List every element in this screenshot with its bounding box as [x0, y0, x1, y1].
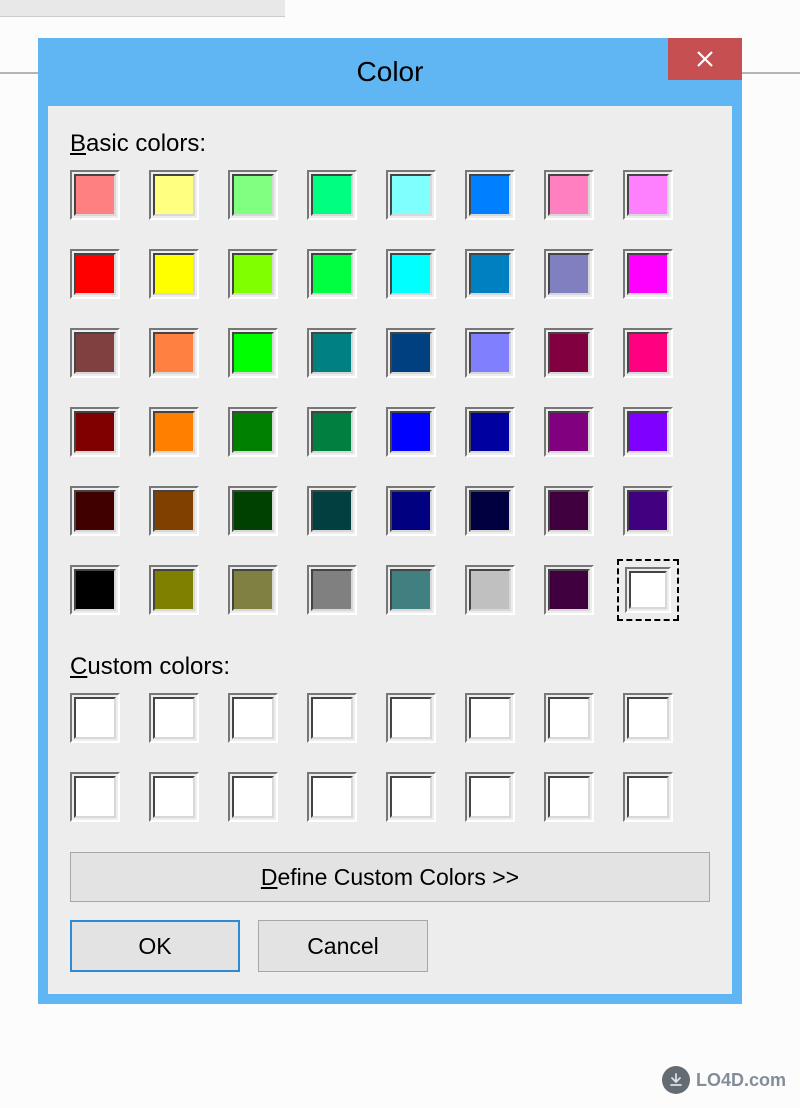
basic-color-swatch[interactable] — [307, 407, 357, 457]
custom-color-swatch[interactable] — [465, 693, 515, 743]
basic-color-swatch[interactable] — [386, 407, 436, 457]
basic-color-swatch[interactable] — [70, 328, 120, 378]
basic-color-swatch[interactable] — [149, 249, 199, 299]
basic-color-swatch[interactable] — [386, 565, 436, 615]
basic-color-swatch[interactable] — [386, 170, 436, 220]
basic-color-swatch[interactable] — [386, 328, 436, 378]
basic-color-swatch[interactable] — [228, 249, 278, 299]
basic-color-swatch[interactable] — [228, 328, 278, 378]
basic-color-swatch[interactable] — [70, 249, 120, 299]
basic-color-swatch[interactable] — [149, 407, 199, 457]
custom-color-swatch[interactable] — [149, 772, 199, 822]
basic-color-swatch[interactable] — [70, 565, 120, 615]
cancel-button[interactable]: Cancel — [258, 920, 428, 972]
titlebar[interactable]: Color — [38, 38, 742, 106]
basic-color-swatch[interactable] — [307, 328, 357, 378]
basic-color-swatch[interactable] — [465, 407, 515, 457]
basic-color-swatch[interactable] — [544, 565, 594, 615]
basic-color-swatch[interactable] — [228, 170, 278, 220]
watermark: LO4D.com — [662, 1066, 786, 1094]
basic-color-swatch[interactable] — [623, 328, 673, 378]
dialog-title: Color — [357, 56, 424, 88]
basic-colors-grid — [70, 170, 710, 615]
custom-color-swatch[interactable] — [70, 693, 120, 743]
basic-color-swatch[interactable] — [623, 170, 673, 220]
custom-color-swatch[interactable] — [386, 772, 436, 822]
basic-colors-label: Basic colors: — [70, 130, 710, 158]
basic-color-swatch[interactable] — [465, 565, 515, 615]
dialog-buttons: OK Cancel — [70, 920, 710, 972]
custom-colors-grid — [70, 693, 710, 822]
basic-color-swatch[interactable] — [623, 486, 673, 536]
close-button[interactable] — [668, 38, 742, 80]
custom-color-swatch[interactable] — [70, 772, 120, 822]
custom-colors-label: Custom colors: — [70, 653, 710, 681]
background-toolbar — [0, 0, 285, 17]
basic-color-swatch[interactable] — [307, 486, 357, 536]
basic-color-swatch[interactable] — [544, 328, 594, 378]
custom-color-swatch[interactable] — [228, 772, 278, 822]
basic-color-swatch[interactable] — [386, 486, 436, 536]
basic-color-swatch[interactable] — [228, 486, 278, 536]
ok-button[interactable]: OK — [70, 920, 240, 972]
basic-color-swatch[interactable] — [544, 170, 594, 220]
watermark-icon — [662, 1066, 690, 1094]
basic-color-swatch[interactable] — [465, 249, 515, 299]
basic-color-swatch[interactable] — [307, 170, 357, 220]
basic-color-swatch[interactable] — [307, 565, 357, 615]
basic-color-swatch[interactable] — [465, 486, 515, 536]
basic-color-swatch[interactable] — [465, 170, 515, 220]
close-icon — [695, 49, 715, 69]
color-dialog: Color Basic colors: Custom colors: Defin… — [38, 38, 742, 1004]
basic-color-swatch[interactable] — [307, 249, 357, 299]
basic-color-swatch[interactable] — [149, 170, 199, 220]
basic-color-swatch[interactable] — [465, 328, 515, 378]
custom-color-swatch[interactable] — [386, 693, 436, 743]
basic-color-swatch[interactable] — [544, 486, 594, 536]
basic-color-swatch[interactable] — [623, 407, 673, 457]
watermark-text: LO4D.com — [696, 1070, 786, 1091]
custom-color-swatch[interactable] — [307, 772, 357, 822]
basic-color-swatch[interactable] — [228, 407, 278, 457]
basic-color-swatch[interactable] — [149, 328, 199, 378]
basic-color-swatch[interactable] — [149, 565, 199, 615]
basic-color-swatch[interactable] — [70, 486, 120, 536]
custom-color-swatch[interactable] — [307, 693, 357, 743]
basic-color-swatch[interactable] — [386, 249, 436, 299]
basic-color-swatch[interactable] — [228, 565, 278, 615]
basic-color-swatch[interactable] — [70, 170, 120, 220]
basic-color-swatch[interactable] — [149, 486, 199, 536]
custom-color-swatch[interactable] — [623, 772, 673, 822]
custom-color-swatch[interactable] — [149, 693, 199, 743]
custom-color-swatch[interactable] — [623, 693, 673, 743]
custom-color-swatch[interactable] — [228, 693, 278, 743]
basic-color-swatch[interactable] — [70, 407, 120, 457]
custom-color-swatch[interactable] — [544, 693, 594, 743]
dialog-body: Basic colors: Custom colors: Define Cust… — [48, 106, 732, 994]
basic-color-swatch[interactable] — [544, 407, 594, 457]
define-custom-colors-button[interactable]: Define Custom Colors >> — [70, 852, 710, 902]
custom-color-swatch[interactable] — [544, 772, 594, 822]
basic-color-swatch[interactable] — [623, 249, 673, 299]
custom-color-swatch[interactable] — [465, 772, 515, 822]
basic-color-swatch[interactable] — [544, 249, 594, 299]
basic-color-swatch[interactable] — [623, 565, 673, 615]
